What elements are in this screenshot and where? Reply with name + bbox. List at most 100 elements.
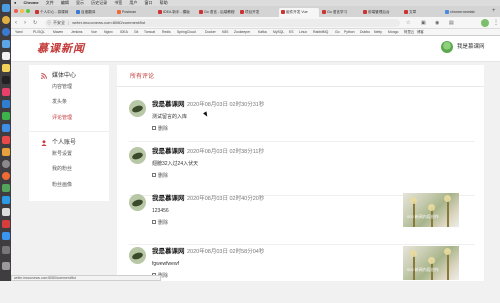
- commenter-name[interactable]: 我是慕课网: [152, 101, 185, 109]
- bookmark-item[interactable]: Tomcat: [144, 29, 155, 35]
- mail-icon[interactable]: [1, 40, 10, 48]
- bookmark-item[interactable]: RabbitMQ: [313, 29, 328, 35]
- window-zoom-button[interactable]: [26, 9, 30, 13]
- info-icon[interactable]: ⓘ: [47, 19, 51, 27]
- browser-tab[interactable]: 文章: [402, 8, 442, 18]
- extension-icon[interactable]: ▣: [421, 19, 426, 27]
- bookmark-item[interactable]: ES: [289, 29, 294, 35]
- menubar-item-history[interactable]: 历史记录: [91, 0, 107, 5]
- browser-tab[interactable]: IDEA 新手 - 模版: [156, 8, 196, 18]
- extension-icon[interactable]: ▤: [449, 19, 454, 27]
- bookmark-item[interactable]: Docker: [205, 29, 216, 35]
- trash-icon[interactable]: [1, 262, 10, 270]
- bookmark-item[interactable]: Python: [344, 29, 355, 35]
- bookmark-item[interactable]: IDEA: [120, 29, 128, 35]
- bookmark-item[interactable]: Redis: [162, 29, 171, 35]
- bookmark-item[interactable]: Yaml: [15, 29, 22, 35]
- profile-avatar[interactable]: [481, 19, 489, 27]
- bookmark-item[interactable]: Jenkins: [71, 29, 83, 35]
- article-thumbnail[interactable]: 002 新闻内容创作: [403, 193, 459, 227]
- commenter-avatar[interactable]: [129, 100, 146, 117]
- browser-tab[interactable]: chrome:newtab: [443, 8, 489, 18]
- commenter-name[interactable]: 我是慕课网: [152, 248, 185, 256]
- menubar-item-view[interactable]: 显示: [76, 0, 84, 5]
- new-tab-button[interactable]: +: [492, 7, 496, 15]
- menubar-item-edit[interactable]: 编辑: [61, 0, 69, 5]
- bookmark-item[interactable]: PL/SQL: [33, 29, 45, 35]
- delete-button[interactable]: 删除: [152, 126, 168, 133]
- user-avatar[interactable]: [441, 41, 453, 53]
- bookmark-item[interactable]: Git: [134, 29, 138, 35]
- bookmark-item[interactable]: Kafka: [258, 29, 267, 35]
- downloads-icon[interactable]: [1, 246, 10, 254]
- bookmark-item[interactable]: Mongo: [388, 29, 398, 35]
- sidebar-item-comment-manage[interactable]: 评论管理: [52, 115, 72, 122]
- bookmark-item[interactable]: Maven: [53, 29, 63, 35]
- browser-tab[interactable]: 前端管理后台: [361, 8, 401, 18]
- delete-button[interactable]: 删除: [152, 173, 168, 180]
- commenter-avatar[interactable]: [129, 247, 146, 264]
- bookmark-item[interactable]: Vue: [91, 29, 97, 35]
- bookmark-item[interactable]: K8S: [222, 29, 228, 35]
- bookmark-item[interactable]: 博客: [417, 29, 424, 35]
- article-thumbnail[interactable]: 002 新闻内容创作: [403, 246, 459, 280]
- url-input[interactable]: ⓘ 不安全 | writer.imoocnews.com:8080/commen…: [45, 19, 400, 27]
- browser-tab[interactable]: 个人中心 - 慕课网: [33, 8, 73, 18]
- photos-icon[interactable]: [1, 148, 10, 156]
- commenter-name[interactable]: 我是慕课网: [152, 195, 185, 203]
- app-store-icon[interactable]: [1, 232, 10, 240]
- browser-tab[interactable]: Postman: [115, 8, 155, 18]
- terminal-icon[interactable]: [1, 76, 10, 84]
- commenter-name[interactable]: 我是慕课网: [152, 148, 185, 156]
- more-menu-icon[interactable]: ⋮: [493, 19, 499, 27]
- browser-tab-active[interactable]: 组件开发 Vue: [279, 7, 319, 17]
- browser-tab[interactable]: Go 语言 - 后端教程: [197, 8, 237, 18]
- browser-tab[interactable]: 百度翻译: [74, 8, 114, 18]
- bookmark-item[interactable]: Netty: [374, 29, 382, 35]
- bookmark-item[interactable]: Linux: [299, 29, 307, 35]
- music-icon[interactable]: [1, 136, 10, 144]
- bookmark-item[interactable]: 阿里云: [404, 29, 414, 35]
- sidebar-item-publish[interactable]: 发头条: [52, 99, 67, 106]
- commenter-avatar[interactable]: [129, 147, 146, 164]
- bookmark-item[interactable]: SpringCloud: [177, 29, 196, 35]
- delete-button[interactable]: 删除: [152, 220, 168, 227]
- sidebar-item-account-settings[interactable]: 账号设置: [52, 151, 72, 158]
- browser-tab[interactable]: Go 语言学习: [320, 8, 360, 18]
- idea-icon[interactable]: [1, 88, 10, 96]
- vscode-icon[interactable]: [1, 100, 10, 108]
- bookmark-item[interactable]: Go: [335, 29, 340, 35]
- safari-icon[interactable]: [1, 28, 10, 36]
- docker-icon[interactable]: [1, 196, 10, 204]
- calendar-icon[interactable]: [1, 52, 10, 60]
- header-username[interactable]: 我是慕课网: [457, 43, 485, 51]
- site-logo[interactable]: 慕课新闻: [37, 42, 85, 55]
- sidebar-item-fan-profile[interactable]: 粉丝画像: [52, 182, 72, 189]
- back-arrow-icon[interactable]: ‹: [15, 19, 17, 27]
- menubar-item-help[interactable]: 帮助: [160, 0, 168, 5]
- bookmark-item[interactable]: Zookeeper: [234, 29, 250, 35]
- settings-icon[interactable]: [1, 160, 10, 168]
- navicat-icon[interactable]: [1, 184, 10, 192]
- forward-arrow-icon[interactable]: ›: [24, 19, 26, 27]
- apple-icon[interactable]: ●: [14, 0, 16, 5]
- window-close-button[interactable]: [14, 9, 18, 13]
- window-minimize-button[interactable]: [20, 9, 24, 13]
- menubar-app-name[interactable]: Chrome: [24, 0, 39, 5]
- xmind-icon[interactable]: [1, 220, 10, 228]
- qq-icon[interactable]: [1, 124, 10, 132]
- menubar-item-bookmarks[interactable]: 书签: [114, 0, 122, 5]
- bookmark-item[interactable]: Nginx: [104, 29, 113, 35]
- menubar-item-people[interactable]: 用户: [129, 0, 137, 5]
- notes-icon[interactable]: [1, 64, 10, 72]
- commenter-avatar[interactable]: [129, 194, 146, 211]
- typora-icon[interactable]: [1, 208, 10, 216]
- menubar-item-window[interactable]: 窗口: [145, 0, 153, 5]
- wechat-icon[interactable]: [1, 112, 10, 120]
- reload-icon[interactable]: ↻: [33, 19, 37, 27]
- menubar-item-file[interactable]: 文件: [46, 0, 54, 5]
- postman-icon[interactable]: [1, 172, 10, 180]
- finder-icon[interactable]: [1, 4, 10, 12]
- chrome-icon[interactable]: [1, 16, 10, 24]
- bookmark-item[interactable]: Dubbo: [360, 29, 370, 35]
